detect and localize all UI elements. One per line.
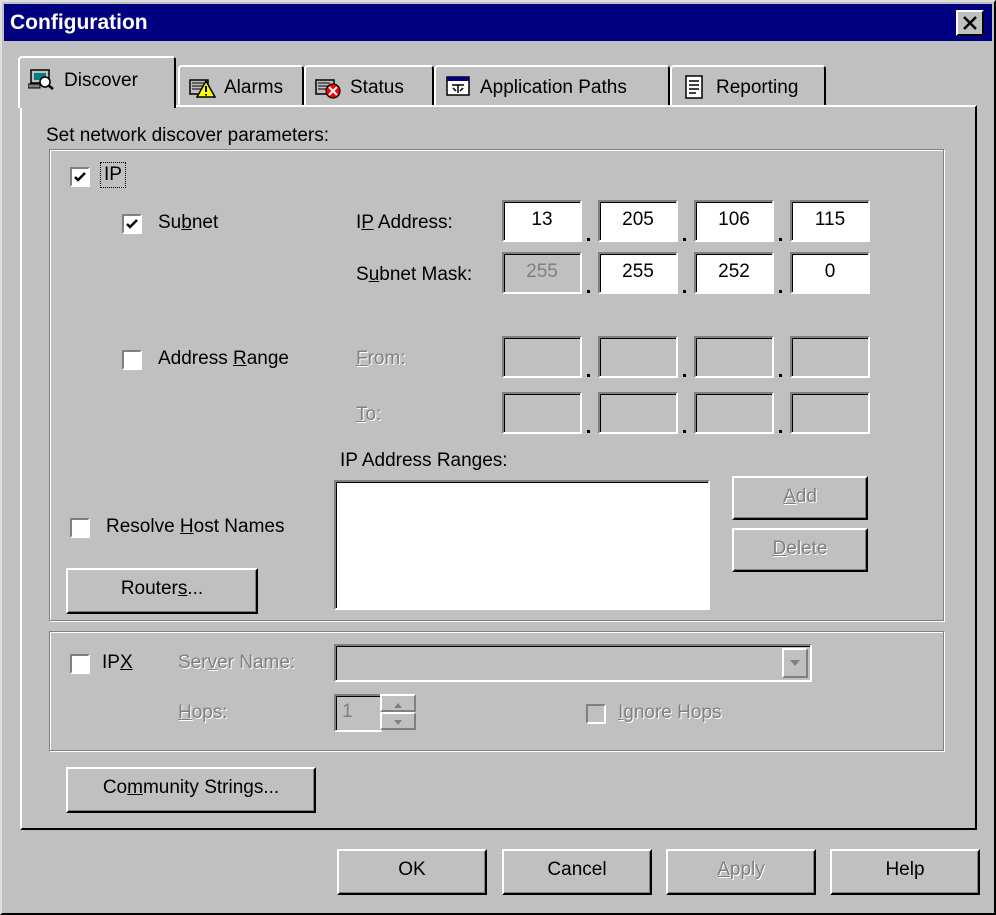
discover-panel: Set network discover parameters: IP Subn… [20, 105, 977, 830]
close-button[interactable] [956, 10, 984, 36]
status-icon [315, 79, 341, 99]
ipx-checkbox[interactable] [70, 654, 90, 674]
subnet-label: Subnet [158, 212, 219, 233]
octet-separator [779, 290, 782, 293]
window-title: Configuration [10, 11, 148, 34]
hops-label: Hops: [178, 702, 228, 723]
ok-button[interactable]: OK [337, 849, 487, 895]
range-to-octet-2 [598, 392, 678, 434]
ip-address-octet-1[interactable]: 13 [502, 200, 582, 242]
octet-separator [587, 290, 590, 293]
configuration-dialog: Configuration Discover Alarms Status App… [0, 0, 996, 915]
ignore-hops-checkbox [586, 704, 606, 724]
checkmark-icon [74, 172, 86, 182]
apply-button: Apply [666, 849, 816, 895]
ip-address-ranges-list[interactable] [334, 480, 710, 610]
community-strings-button[interactable]: Community Strings... [66, 767, 316, 813]
tab-label: Reporting [716, 77, 799, 98]
cancel-button[interactable]: Cancel [502, 849, 652, 895]
ignore-hops-label: Ignore Hops [618, 702, 722, 723]
close-icon [963, 16, 977, 30]
arrow-down-icon [394, 720, 402, 725]
from-label: From: [356, 348, 406, 369]
octet-separator [779, 430, 782, 433]
address-range-label: Address Range [158, 348, 289, 369]
ipx-label: IPX [102, 652, 133, 673]
ip-label: IP [100, 162, 126, 188]
tab-discover[interactable]: Discover [18, 56, 176, 108]
range-from-octet-1 [502, 336, 582, 378]
tab-label: Discover [64, 70, 138, 91]
octet-separator [683, 374, 686, 377]
subnet-mask-octet-2[interactable]: 255 [598, 252, 678, 294]
tab-status[interactable]: Status [304, 65, 434, 105]
hops-spin-down [380, 712, 416, 730]
tab-label: Application Paths [480, 77, 627, 98]
octet-separator [779, 238, 782, 241]
address-range-checkbox[interactable] [122, 350, 142, 370]
subnet-checkbox[interactable] [122, 214, 142, 234]
subnet-mask-octet-4[interactable]: 0 [790, 252, 870, 294]
application-paths-icon [446, 76, 470, 96]
tab-label: Alarms [224, 77, 284, 98]
server-name-label: Server Name: [178, 652, 296, 673]
alarms-icon [189, 79, 216, 98]
chevron-down-icon [790, 660, 800, 666]
range-to-octet-1 [502, 392, 582, 434]
title-bar[interactable]: Configuration [4, 4, 992, 41]
octet-separator [683, 290, 686, 293]
subnet-mask-label: Subnet Mask: [356, 264, 473, 285]
discover-icon [28, 69, 54, 90]
to-label: To: [356, 404, 382, 425]
help-button[interactable]: Help [830, 849, 980, 895]
add-button: Add [732, 476, 868, 520]
tab-label: Status [350, 77, 404, 98]
checkmark-icon [126, 219, 138, 229]
tab-application-paths[interactable]: Application Paths [434, 65, 670, 105]
tab-reporting[interactable]: Reporting [670, 65, 826, 105]
server-name-combobox [334, 644, 812, 682]
range-to-octet-4 [790, 392, 870, 434]
octet-separator [683, 430, 686, 433]
ip-address-ranges-label: IP Address Ranges: [340, 450, 508, 471]
subnet-mask-octet-1: 255 [502, 252, 582, 294]
subnet-mask-octet-3[interactable]: 252 [694, 252, 774, 294]
resolve-host-names-label: Resolve Host Names [106, 516, 285, 537]
tab-alarms[interactable]: Alarms [178, 65, 304, 105]
range-from-octet-3 [694, 336, 774, 378]
octet-separator [779, 374, 782, 377]
resolve-host-names-checkbox[interactable] [70, 518, 90, 538]
ip-address-octet-3[interactable]: 106 [694, 200, 774, 242]
ip-groupbox: IP Subnet IP Address: Subnet Mask: 13 20… [49, 149, 944, 621]
reporting-icon [685, 75, 703, 99]
hops-input: 1 [334, 694, 382, 732]
routers-button[interactable]: Routers... [66, 568, 258, 614]
range-to-octet-3 [694, 392, 774, 434]
arrow-up-icon [394, 703, 402, 708]
octet-separator [683, 238, 686, 241]
range-from-octet-4 [790, 336, 870, 378]
ip-checkbox[interactable] [70, 167, 90, 187]
octet-separator [587, 374, 590, 377]
octet-separator [587, 430, 590, 433]
ip-address-octet-2[interactable]: 205 [598, 200, 678, 242]
ipx-groupbox: IPX Server Name: Hops: 1 Ignore Hops [49, 631, 944, 751]
discover-heading: Set network discover parameters: [46, 125, 330, 146]
ip-address-label: IP Address: [356, 212, 453, 233]
dropdown-arrow [782, 648, 808, 678]
octet-separator [587, 238, 590, 241]
delete-button: Delete [732, 528, 868, 572]
hops-spin-up [380, 694, 416, 712]
ip-address-octet-4[interactable]: 115 [790, 200, 870, 242]
range-from-octet-2 [598, 336, 678, 378]
